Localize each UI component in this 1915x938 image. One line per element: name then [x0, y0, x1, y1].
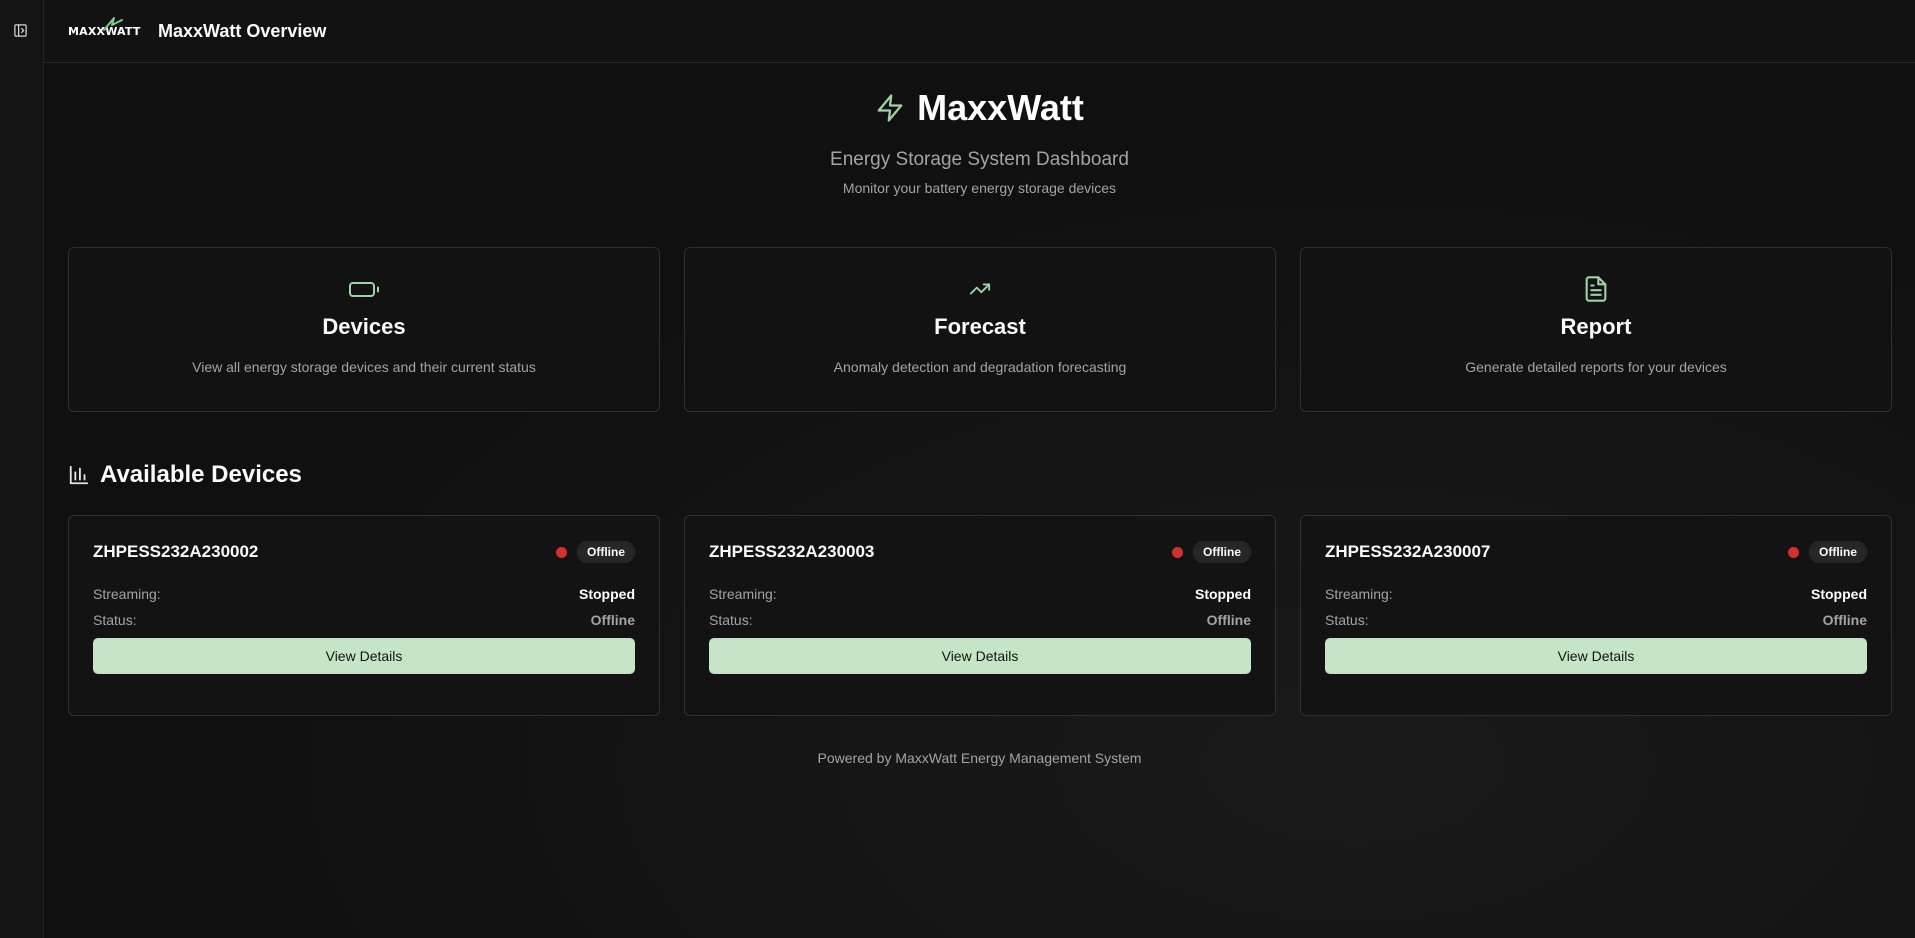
sidebar-toggle-button[interactable]	[12, 22, 29, 39]
feature-cards: Devices View all energy storage devices …	[68, 247, 1892, 412]
section-title: Available Devices	[100, 461, 302, 488]
file-text-icon	[1585, 276, 1607, 302]
status-dot	[556, 546, 567, 558]
hero-title: MaxxWatt	[917, 87, 1084, 128]
streaming-value: Stopped	[1195, 586, 1251, 602]
status-value: Offline	[590, 612, 635, 628]
status-label: Status:	[93, 612, 137, 628]
device-name: ZHPESS232A230007	[1325, 542, 1491, 561]
feature-card-forecast[interactable]: Forecast Anomaly detection and degradati…	[684, 247, 1276, 412]
panel-left-icon	[14, 24, 27, 37]
feature-desc: Anomaly detection and degradation foreca…	[833, 359, 1127, 375]
top-bar: MAXXWATT MaxxWatt Overview	[44, 0, 1915, 63]
streaming-label: Streaming:	[93, 586, 161, 602]
maxxwatt-logo[interactable]: MAXXWATT	[68, 17, 146, 42]
main-content: MaxxWatt Energy Storage System Dashboard…	[44, 64, 1915, 938]
feature-title: Report	[1560, 314, 1632, 339]
trending-up-icon	[969, 283, 991, 295]
status-label: Status:	[709, 612, 753, 628]
logo-bolt-icon	[103, 17, 123, 31]
streaming-label: Streaming:	[709, 586, 777, 602]
feature-desc: View all energy storage devices and thei…	[192, 359, 536, 375]
status-dot	[1172, 546, 1183, 558]
bar-chart-icon	[69, 465, 89, 485]
battery-icon	[349, 282, 379, 297]
view-details-button[interactable]: View Details	[709, 638, 1251, 674]
device-list: ZHPESS232A230002 Offline Streaming: Stop…	[68, 515, 1892, 716]
page-title: MaxxWatt Overview	[158, 20, 327, 41]
section-header: Available Devices	[68, 461, 302, 489]
feature-title: Devices	[322, 314, 406, 339]
device-card: ZHPESS232A230002 Offline Streaming: Stop…	[68, 515, 660, 716]
streaming-value: Stopped	[1811, 586, 1867, 602]
feature-title: Forecast	[934, 314, 1026, 339]
status-value: Offline	[1206, 612, 1251, 628]
device-name: ZHPESS232A230002	[93, 542, 259, 561]
feature-card-report[interactable]: Report Generate detailed reports for you…	[1300, 247, 1892, 412]
status-value: Offline	[1822, 612, 1867, 628]
zap-icon	[877, 94, 903, 122]
status-badge: Offline	[577, 541, 635, 563]
device-name: ZHPESS232A230003	[709, 542, 875, 561]
hero: MaxxWatt Energy Storage System Dashboard…	[44, 64, 1915, 196]
streaming-label: Streaming:	[1325, 586, 1393, 602]
device-card: ZHPESS232A230003 Offline Streaming: Stop…	[684, 515, 1276, 716]
status-badge: Offline	[1809, 541, 1867, 563]
footer-text: Powered by MaxxWatt Energy Management Sy…	[817, 750, 1142, 766]
hero-caption: Monitor your battery energy storage devi…	[842, 180, 1117, 196]
view-details-button[interactable]: View Details	[1325, 638, 1867, 674]
status-badge: Offline	[1193, 541, 1251, 563]
feature-card-devices[interactable]: Devices View all energy storage devices …	[68, 247, 660, 412]
hero-subtitle: Energy Storage System Dashboard	[830, 149, 1129, 170]
status-label: Status:	[1325, 612, 1369, 628]
feature-desc: Generate detailed reports for your devic…	[1465, 359, 1727, 375]
view-details-button[interactable]: View Details	[93, 638, 635, 674]
sidebar-rail	[0, 0, 44, 938]
device-card: ZHPESS232A230007 Offline Streaming: Stop…	[1300, 515, 1892, 716]
streaming-value: Stopped	[579, 586, 635, 602]
status-dot	[1788, 546, 1799, 558]
